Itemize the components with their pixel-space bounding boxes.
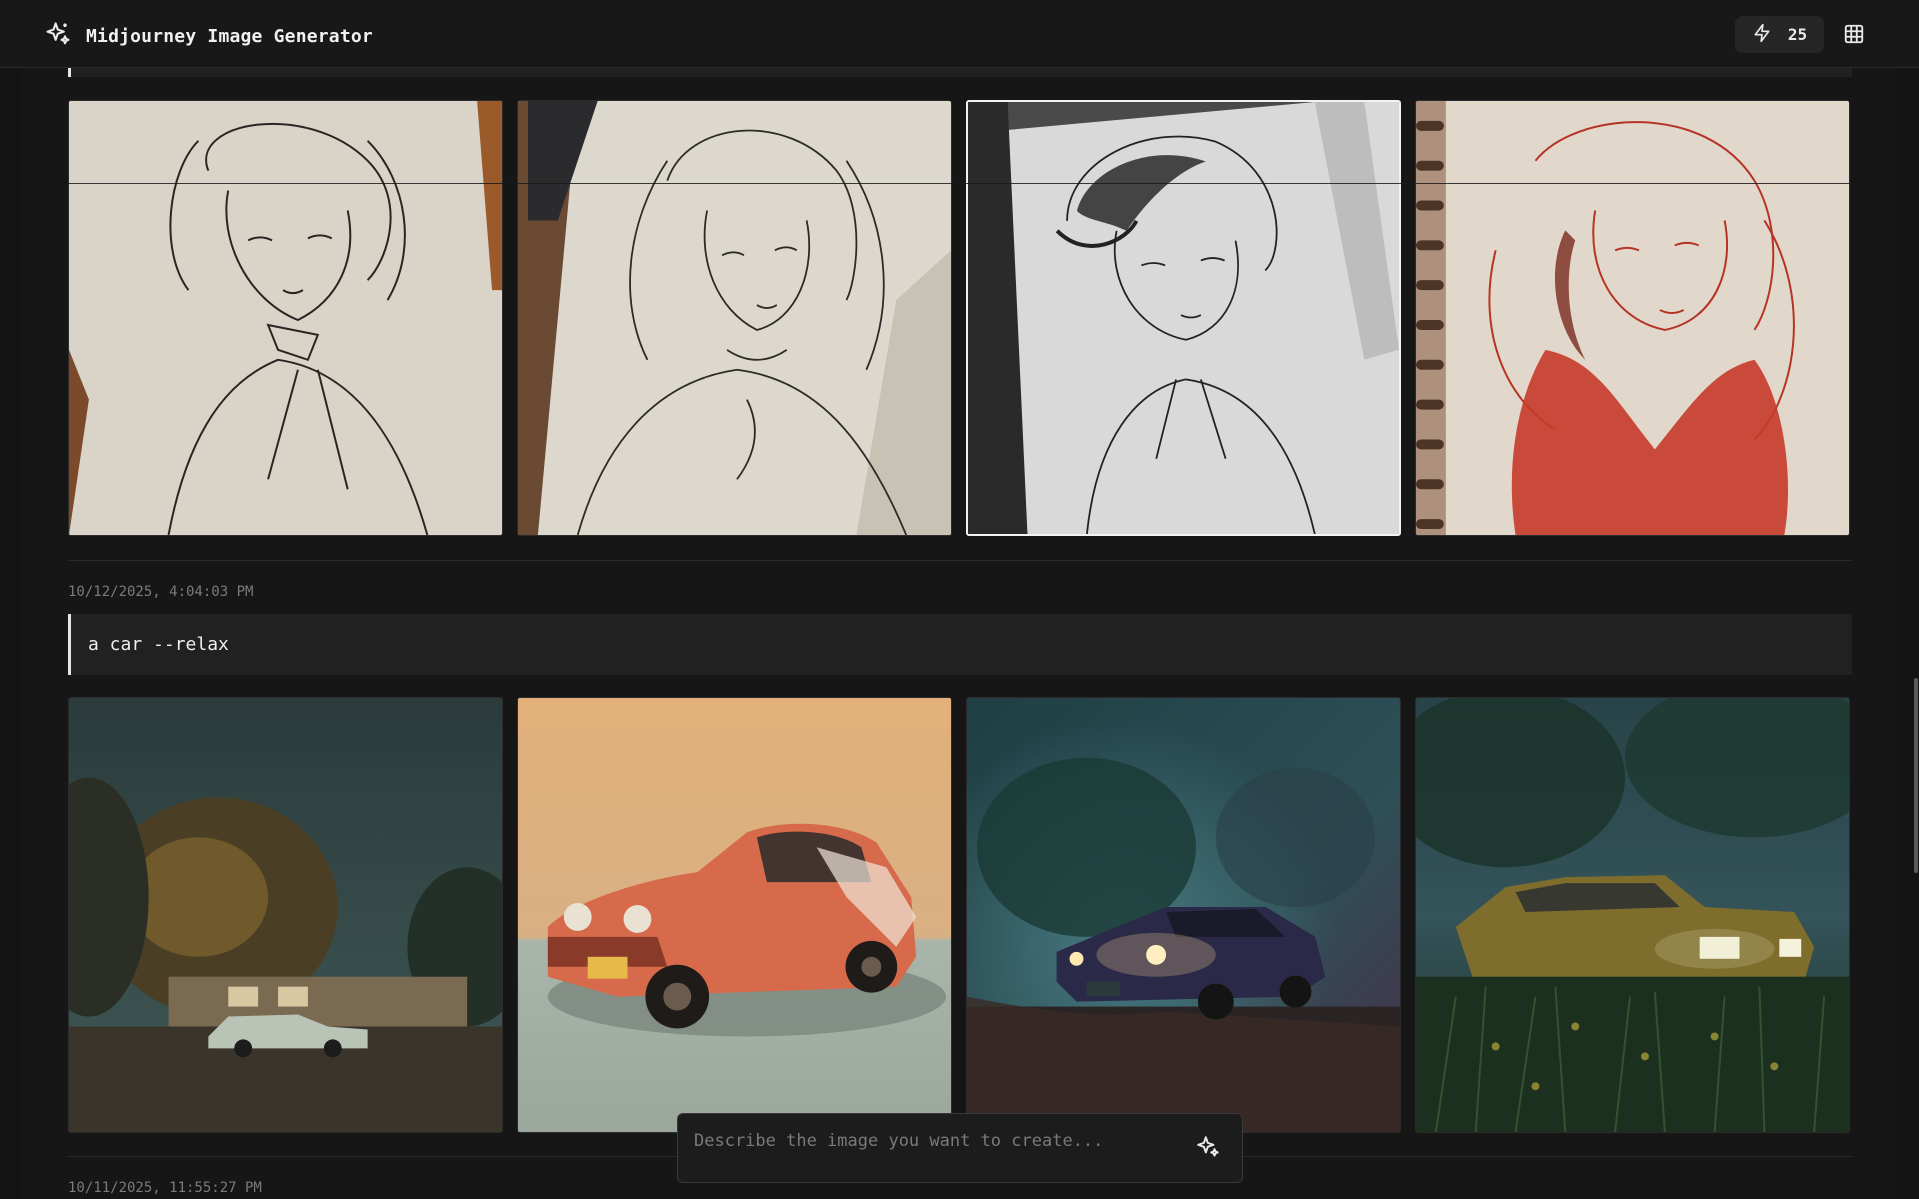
prompt-input-bar xyxy=(677,1113,1243,1183)
image-tile[interactable] xyxy=(517,100,952,536)
grid-icon xyxy=(1843,24,1865,49)
generate-button[interactable] xyxy=(1195,1134,1221,1160)
brand: Midjourney Image Generator xyxy=(44,20,373,52)
prompt-box-previous xyxy=(68,68,1852,77)
scrollbar-thumb[interactable] xyxy=(1914,678,1918,873)
scrollbar-track[interactable] xyxy=(1913,68,1919,1199)
image-tile[interactable] xyxy=(68,100,503,536)
generation-timestamp: 10/12/2025, 4:04:03 PM xyxy=(68,584,254,600)
prompt-text: a car --relax xyxy=(88,634,229,655)
app-title: Midjourney Image Generator xyxy=(86,25,373,47)
sparkles-icon xyxy=(1195,1136,1221,1164)
top-bar: Midjourney Image Generator 25 xyxy=(0,0,1919,68)
lightning-icon xyxy=(1752,22,1772,48)
image-tile[interactable] xyxy=(1415,697,1850,1133)
image-row xyxy=(68,100,1852,536)
divider-line xyxy=(68,183,1852,184)
image-tile[interactable] xyxy=(966,697,1401,1133)
gallery-grid-button[interactable] xyxy=(1843,23,1865,45)
prompt-box: a car --relax xyxy=(68,614,1852,675)
credits-badge[interactable]: 25 xyxy=(1735,16,1824,53)
credits-count: 25 xyxy=(1787,25,1808,44)
generation-timestamp: 10/11/2025, 11:55:27 PM xyxy=(68,1180,262,1196)
image-tile[interactable] xyxy=(68,697,503,1133)
image-tile[interactable] xyxy=(517,697,952,1133)
prompt-input[interactable] xyxy=(692,1126,1176,1156)
divider xyxy=(68,560,1852,561)
image-row xyxy=(68,697,1852,1133)
sparkles-icon xyxy=(44,20,72,52)
image-tile[interactable] xyxy=(1415,100,1850,536)
image-tile-selected[interactable] xyxy=(966,100,1401,536)
